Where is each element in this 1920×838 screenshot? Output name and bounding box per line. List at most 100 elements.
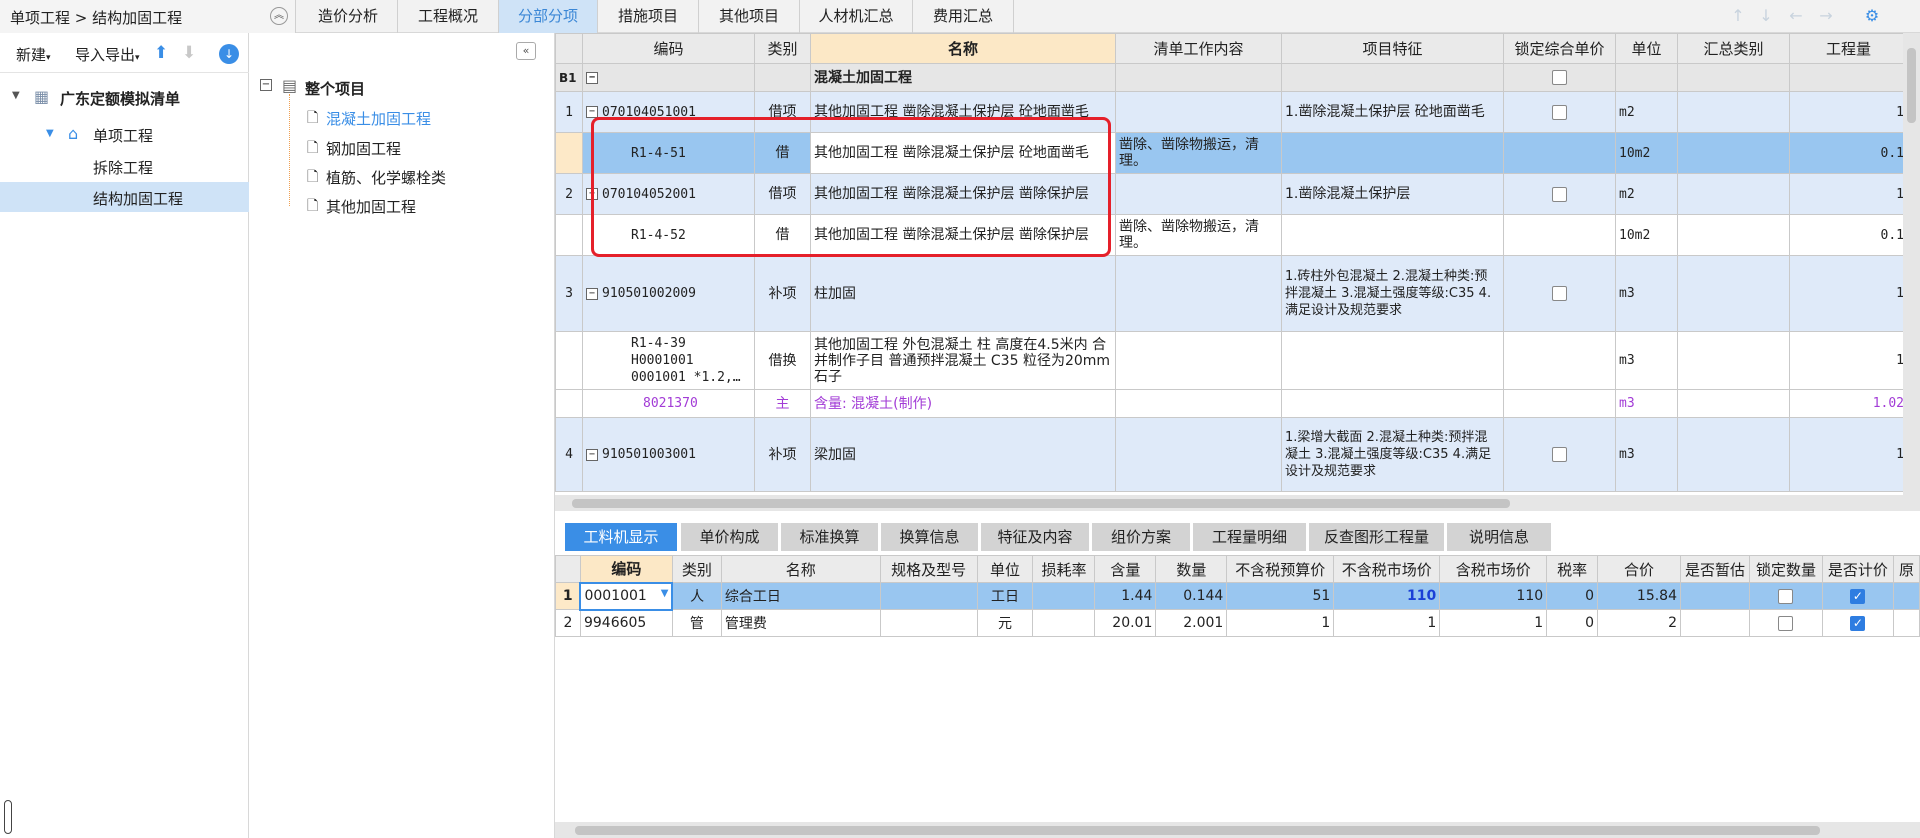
cell-unit[interactable]: m3 bbox=[1615, 255, 1678, 332]
cell-work[interactable] bbox=[1115, 417, 1282, 492]
cell-market-tax[interactable]: 110 bbox=[1439, 582, 1548, 610]
cell-qty[interactable]: 1 bbox=[1789, 255, 1908, 332]
tab-resources[interactable]: 工料机显示 bbox=[565, 523, 677, 551]
tab-cost-analysis[interactable]: 造价分析 bbox=[299, 0, 398, 33]
tab-cost-summary[interactable]: 费用汇总 bbox=[913, 0, 1014, 33]
cell-type[interactable]: 补项 bbox=[754, 417, 811, 492]
arrow-right-icon[interactable]: → bbox=[1816, 6, 1836, 26]
collapse-icon[interactable]: − bbox=[586, 106, 598, 118]
cell-content[interactable]: 1.44 bbox=[1094, 582, 1157, 610]
cell-unit[interactable]: m2 bbox=[1615, 91, 1678, 133]
cell-code[interactable]: R1-4-39 H0001001 0001001 *1.2,… bbox=[582, 331, 755, 390]
dcol-loss[interactable]: 损耗率 bbox=[1032, 555, 1096, 583]
dropdown-icon[interactable]: ▼ bbox=[661, 588, 669, 599]
collapse-icon[interactable]: − bbox=[586, 287, 598, 300]
cell-code[interactable]: 910501002009 bbox=[602, 286, 696, 301]
col-feature[interactable]: 项目特征 bbox=[1281, 33, 1504, 64]
cell-unit[interactable]: 10m2 bbox=[1615, 214, 1678, 256]
cell-type[interactable]: 主 bbox=[754, 389, 811, 418]
cell-feature[interactable] bbox=[1281, 331, 1504, 390]
import-export-button[interactable]: 导入导出▾ bbox=[75, 44, 140, 65]
lock-checkbox[interactable] bbox=[1552, 447, 1567, 462]
cell-feature[interactable] bbox=[1281, 214, 1504, 256]
cell-unit[interactable]: m2 bbox=[1615, 173, 1678, 215]
table-row[interactable]: 4 −910501003001 补项 梁加固 1.梁增大截面 2.混凝土种类:预… bbox=[555, 417, 1908, 492]
mid-tree-item-steel[interactable]: 钢加固工程 bbox=[326, 138, 401, 159]
dcol-orig[interactable]: 原 bbox=[1892, 555, 1920, 583]
lock-checkbox[interactable] bbox=[1552, 186, 1567, 202]
tab-notes[interactable]: 说明信息 bbox=[1447, 523, 1551, 551]
cell-tax-rate[interactable]: 0 bbox=[1546, 582, 1599, 610]
expand-icon[interactable]: ▼ bbox=[46, 128, 54, 139]
dcol-spec[interactable]: 规格及型号 bbox=[879, 555, 978, 583]
tab-pricing-plan[interactable]: 组价方案 bbox=[1092, 523, 1190, 551]
cell-spec[interactable] bbox=[879, 609, 978, 637]
tree-single-project[interactable]: 单项工程 bbox=[93, 125, 153, 146]
collapse-icon[interactable]: − bbox=[586, 71, 598, 84]
cell-feature[interactable]: 1.梁增大截面 2.混凝土种类:预拌混凝土 3.混凝土强度等级:C35 4.满足… bbox=[1281, 417, 1504, 492]
tab-standard-conversion[interactable]: 标准换算 bbox=[781, 523, 878, 551]
col-work[interactable]: 清单工作内容 bbox=[1115, 33, 1282, 64]
dcol-priced[interactable]: 是否计价 bbox=[1821, 555, 1894, 583]
lock-checkbox[interactable] bbox=[1552, 286, 1567, 301]
cell-budget[interactable]: 51 bbox=[1226, 582, 1335, 610]
cell-name[interactable]: 梁加固 bbox=[810, 417, 1116, 492]
cell-name[interactable]: 其他加固工程 外包混凝土 柱 高度在4.5米内 合并制作子目 普通预拌混凝土 C… bbox=[810, 331, 1116, 390]
cell-provisional[interactable] bbox=[1680, 609, 1750, 637]
cell-unit[interactable]: 元 bbox=[976, 609, 1034, 637]
mid-tree-root[interactable]: 整个项目 bbox=[305, 78, 365, 99]
priced-checkbox[interactable]: ✓ bbox=[1850, 588, 1866, 604]
mid-tree-item-anchor[interactable]: 植筋、化学螺栓类 bbox=[326, 167, 446, 188]
settings-icon[interactable]: ⚙ bbox=[1862, 6, 1882, 26]
cell-budget[interactable]: 1 bbox=[1226, 609, 1335, 637]
cell-name[interactable]: 管理费 bbox=[720, 609, 881, 637]
cell-feature[interactable] bbox=[1281, 389, 1504, 418]
lock-qty-checkbox[interactable] bbox=[1778, 615, 1794, 631]
cell-market[interactable]: 1 bbox=[1333, 609, 1441, 637]
cell-feature[interactable]: 1.凿除混凝土保护层 砼地面凿毛 bbox=[1281, 91, 1504, 133]
cell-qty[interactable]: 2.001 bbox=[1155, 609, 1228, 637]
priced-checkbox[interactable]: ✓ bbox=[1850, 615, 1866, 631]
cell-qty[interactable]: 1 bbox=[1789, 91, 1908, 133]
up-arrow-icon[interactable]: ⬆ bbox=[154, 43, 168, 63]
vertical-scroll-thumb[interactable] bbox=[1907, 48, 1916, 123]
cell-type[interactable]: 借换 bbox=[754, 331, 811, 390]
table-row[interactable]: 3 −910501002009 补项 柱加固 1.砖柱外包混凝土 2.混凝土种类… bbox=[555, 255, 1908, 332]
cell-qty[interactable]: 0.144 bbox=[1155, 582, 1228, 610]
tab-resource-summary[interactable]: 人材机汇总 bbox=[800, 0, 913, 33]
cell-code[interactable]: 910501003001 bbox=[602, 447, 696, 462]
col-unit[interactable]: 单位 bbox=[1615, 33, 1678, 64]
cell-provisional[interactable] bbox=[1680, 582, 1750, 610]
arrow-left-icon[interactable]: ← bbox=[1786, 6, 1806, 26]
cell-type[interactable]: 管 bbox=[671, 609, 722, 637]
cell-loss[interactable] bbox=[1032, 582, 1096, 610]
mid-tree-item-other[interactable]: 其他加固工程 bbox=[326, 196, 416, 217]
cell-qty[interactable]: 0.1 bbox=[1789, 132, 1908, 174]
tab-unit-price[interactable]: 单价构成 bbox=[681, 523, 778, 551]
move-down-icon[interactable]: ↓ bbox=[1756, 6, 1776, 26]
detail-scroll-thumb[interactable] bbox=[575, 826, 1820, 835]
col-code[interactable]: 编码 bbox=[582, 33, 755, 64]
col-name[interactable]: 名称 bbox=[810, 33, 1116, 64]
dcol-unit[interactable]: 单位 bbox=[976, 555, 1034, 583]
cell-work[interactable] bbox=[1115, 255, 1282, 332]
cell-work[interactable]: 凿除、凿除物搬运，清理。 bbox=[1115, 214, 1282, 256]
cell-type[interactable]: 人 bbox=[671, 582, 722, 610]
dcol-market[interactable]: 不含税市场价 bbox=[1333, 555, 1441, 583]
new-button[interactable]: 新建▾ bbox=[16, 44, 51, 65]
tab-overview[interactable]: 工程概况 bbox=[398, 0, 499, 33]
cell-name[interactable]: 综合工日 bbox=[720, 582, 881, 610]
cell-content[interactable]: 20.01 bbox=[1094, 609, 1157, 637]
dcol-total[interactable]: 合价 bbox=[1597, 555, 1681, 583]
cell-unit[interactable]: m3 bbox=[1615, 331, 1678, 390]
tab-qty-detail[interactable]: 工程量明细 bbox=[1193, 523, 1306, 551]
dcol-tax-rate[interactable]: 税率 bbox=[1546, 555, 1599, 583]
cell-qty[interactable]: 1.02 bbox=[1789, 389, 1908, 418]
collapse-icon[interactable]: − bbox=[260, 78, 276, 91]
download-icon[interactable]: ↓ bbox=[219, 44, 239, 64]
dcol-lock-qty[interactable]: 锁定数量 bbox=[1748, 555, 1823, 583]
collapse-left-icon[interactable]: « bbox=[516, 42, 536, 60]
cell-qty[interactable]: 1 bbox=[1789, 331, 1908, 390]
collapse-up-icon[interactable]: ︽ bbox=[270, 7, 288, 25]
cell-total[interactable]: 15.84 bbox=[1597, 582, 1681, 610]
